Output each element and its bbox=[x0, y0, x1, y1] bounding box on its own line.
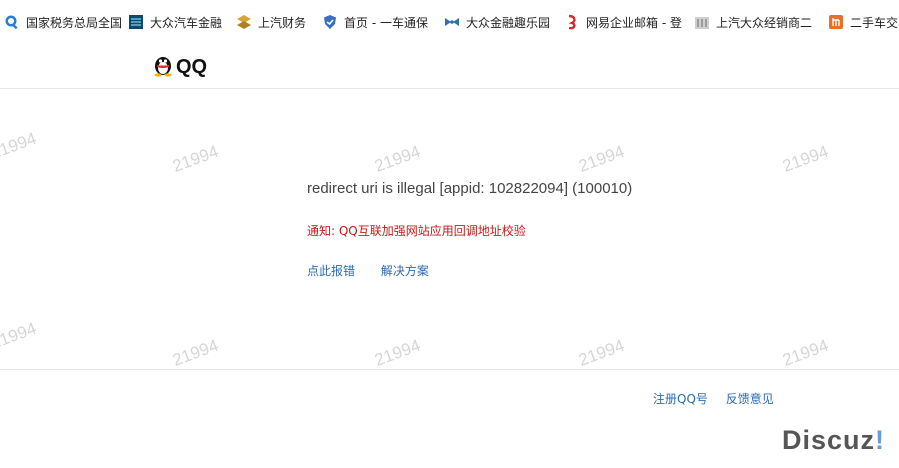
watermark: 21994 bbox=[170, 335, 221, 370]
discuz-watermark: Discuz! bbox=[782, 425, 885, 456]
discuz-text: Discuz bbox=[781, 425, 875, 455]
bookmark-vw-finance[interactable]: 大众汽车金融 bbox=[126, 10, 222, 34]
logo-text: QQ bbox=[176, 55, 208, 78]
saic-finance-icon bbox=[236, 14, 252, 30]
bookmark-netease-mail[interactable]: 网易企业邮箱 - 登 bbox=[562, 10, 682, 34]
register-qq-link[interactable]: 注册QQ号 bbox=[653, 392, 708, 406]
watermark: 21994 bbox=[0, 128, 39, 163]
watermark: 21994 bbox=[780, 335, 831, 370]
bookmark-label: 大众金融趣乐园 bbox=[466, 15, 551, 30]
footer-divider bbox=[0, 369, 899, 370]
building-icon bbox=[694, 14, 710, 30]
bookmark-saic-vw-dealer[interactable]: 上汽大众经销商二 bbox=[692, 10, 812, 34]
watermark: 21994 bbox=[372, 335, 423, 370]
bookmark-label: 网易企业邮箱 - 登 bbox=[586, 15, 682, 30]
watermark: 21994 bbox=[372, 141, 423, 176]
bookmark-saic-finance[interactable]: 上汽财务 bbox=[234, 10, 306, 34]
watermark: 21994 bbox=[0, 318, 39, 353]
penguin-icon bbox=[152, 53, 174, 81]
report-error-link[interactable]: 点此报错 bbox=[307, 264, 355, 278]
discuz-mark: ! bbox=[875, 425, 885, 455]
netease-mail-icon bbox=[564, 14, 580, 30]
bookmark-yichetongbao[interactable]: 首页 - 一车通保 bbox=[320, 10, 428, 34]
bookmark-label: 上汽大众经销商二 bbox=[716, 15, 813, 30]
bookmark-label: 首页 - 一车通保 bbox=[344, 15, 428, 30]
auction-icon bbox=[828, 14, 844, 30]
bookmark-vw-fun-park[interactable]: 大众金融趣乐园 bbox=[442, 10, 550, 34]
shield-icon bbox=[322, 14, 338, 30]
error-message: redirect uri is illegal [appid: 10282209… bbox=[307, 180, 633, 197]
bookmark-tax-bureau[interactable]: 国家税务总局全国 bbox=[2, 10, 124, 34]
qq-logo[interactable]: QQ bbox=[152, 53, 207, 81]
search-globe-icon bbox=[4, 14, 20, 30]
watermark: 21994 bbox=[576, 335, 627, 370]
bookmark-label: 大众汽车金融 bbox=[150, 15, 223, 30]
footer-links: 注册QQ号 反馈意见 bbox=[653, 390, 774, 407]
feedback-link[interactable]: 反馈意见 bbox=[726, 392, 774, 406]
bookmark-label: 上汽财务 bbox=[258, 15, 307, 30]
solution-link[interactable]: 解决方案 bbox=[381, 264, 429, 278]
bookmarks-bar: 国家税务总局全国 大众汽车金融 上汽财务 首页 - 一车通保 大众金融趣乐园 网… bbox=[0, 0, 899, 44]
page-header: QQ bbox=[0, 44, 899, 89]
notice-text[interactable]: 通知: QQ互联加强网站应用回调地址校验 bbox=[307, 222, 526, 239]
bookmark-label: 二手车交易 bbox=[850, 15, 899, 30]
bowtie-icon bbox=[444, 14, 460, 30]
bookmark-used-car[interactable]: 二手车交易 bbox=[826, 10, 899, 34]
vw-finance-icon bbox=[128, 14, 144, 30]
watermark: 21994 bbox=[780, 141, 831, 176]
watermark: 21994 bbox=[576, 141, 627, 176]
bookmark-label: 国家税务总局全国 bbox=[26, 15, 123, 30]
watermark: 21994 bbox=[170, 141, 221, 176]
action-links: 点此报错 解决方案 bbox=[307, 262, 429, 279]
